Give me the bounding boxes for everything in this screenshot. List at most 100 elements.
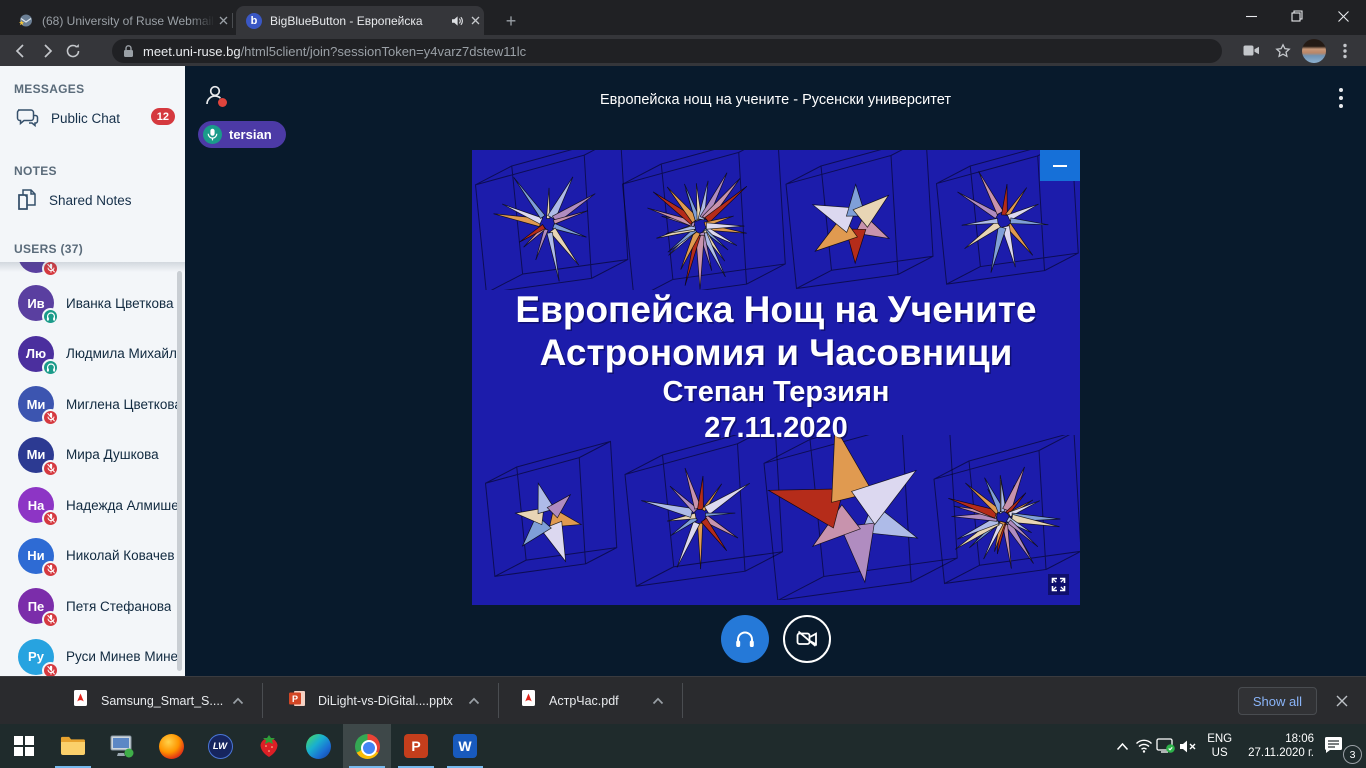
- user-list-item[interactable]: Ми Миглена Цветкова: [0, 379, 178, 429]
- download-item[interactable]: P DiLight-vs-DiGital....pptx: [288, 677, 458, 724]
- user-name: Иванка Цветкова: [66, 296, 174, 311]
- users-header: USERS (37): [14, 242, 83, 256]
- muted-mic-badge: [42, 662, 59, 677]
- slide-line: Степан Терзиян: [472, 374, 1080, 410]
- user-list-item[interactable]: На Надежда Алмише...: [0, 480, 178, 530]
- notification-center-icon[interactable]: 3: [1322, 724, 1366, 768]
- listen-only-badge: [42, 359, 59, 376]
- muted-mic-badge: [42, 611, 59, 628]
- back-icon[interactable]: [8, 38, 34, 64]
- reload-icon[interactable]: [60, 38, 86, 64]
- screen-security-icon[interactable]: [1155, 724, 1177, 768]
- minimize-presentation-button[interactable]: [1040, 150, 1080, 181]
- lw-app-icon[interactable]: LW: [196, 724, 244, 768]
- chrome-icon[interactable]: [343, 724, 391, 768]
- tab-webmail[interactable]: (68) University of Ruse Webmail ::: [8, 6, 232, 35]
- share-webcam-button[interactable]: [783, 615, 831, 663]
- user-list-scrollbar[interactable]: [177, 271, 182, 671]
- browser-menu-icon[interactable]: [1332, 38, 1358, 64]
- strawberry-app-icon[interactable]: [245, 724, 293, 768]
- url-domain: meet.uni-ruse.bg: [143, 44, 241, 59]
- user-list-item[interactable]: РуРуси Минев Минев: [0, 632, 178, 677]
- url-bar[interactable]: meet.uni-ruse.bg/html5client/join?sessio…: [112, 39, 1222, 63]
- slide-stars-top: [472, 150, 1080, 295]
- pdf-file-icon: [72, 689, 89, 712]
- notes-header: NOTES: [14, 164, 57, 178]
- file-explorer-icon[interactable]: [49, 724, 97, 768]
- fullscreen-icon[interactable]: [1048, 574, 1069, 595]
- browser-titlebar: (68) University of Ruse Webmail :: b Big…: [0, 0, 1366, 35]
- slide-line: Европейска Нощ на Учените: [472, 288, 1080, 331]
- user-name: Руси Минев Минев: [66, 649, 178, 664]
- user-list-item[interactable]: МиМира Душкова: [0, 430, 178, 480]
- window-restore-button[interactable]: [1274, 0, 1320, 32]
- messages-header: MESSAGES: [14, 82, 84, 96]
- window-minimize-button[interactable]: [1228, 0, 1274, 32]
- powerpoint-file-icon: P: [288, 690, 306, 712]
- user-list-item[interactable]: ИвИванка Цветкова: [0, 278, 178, 328]
- window-close-button[interactable]: [1320, 0, 1366, 32]
- user-avatar: На: [18, 487, 54, 523]
- user-name: Миглена Цветкова: [66, 397, 178, 412]
- bbb-favicon: b: [246, 13, 262, 29]
- chat-unread-badge: 12: [151, 108, 175, 125]
- screen: (68) University of Ruse Webmail :: b Big…: [0, 0, 1366, 768]
- volume-muted-icon[interactable]: [1177, 724, 1199, 768]
- tab-close-icon[interactable]: [471, 16, 480, 25]
- join-audio-button[interactable]: [721, 615, 769, 663]
- new-tab-button[interactable]: +: [498, 8, 524, 34]
- user-name: Людмила Михайл...: [66, 346, 178, 361]
- user-list-item[interactable]: ПеПетя Стефанова: [0, 581, 178, 631]
- edge-icon[interactable]: [294, 724, 342, 768]
- user-list-item[interactable]: ЛюЛюдмила Михайл...: [0, 329, 178, 379]
- slide-text: Европейска Нощ на Учените Астрономия и Ч…: [472, 288, 1080, 446]
- pdf-file-icon: [520, 689, 537, 712]
- tab-title: (68) University of Ruse Webmail ::: [42, 14, 215, 28]
- clock[interactable]: 18:0627.11.2020 г.: [1240, 732, 1322, 760]
- muted-mic-badge: [42, 561, 59, 578]
- download-filename: Samsung_Smart_S....pdf: [101, 694, 223, 708]
- lock-icon: [122, 44, 135, 58]
- show-all-downloads-button[interactable]: Show all: [1238, 687, 1317, 715]
- download-menu-chevron[interactable]: [464, 691, 484, 711]
- downloads-close-icon[interactable]: [1332, 691, 1352, 711]
- slide-line: 27.11.2020: [472, 410, 1080, 446]
- download-separator: [262, 683, 263, 718]
- forward-icon[interactable]: [34, 38, 60, 64]
- svg-text:P: P: [292, 694, 298, 704]
- start-button[interactable]: [0, 724, 48, 768]
- download-item[interactable]: АстрЧас.pdf: [520, 677, 627, 724]
- camera-in-use-icon[interactable]: [1238, 38, 1264, 64]
- word-icon[interactable]: W: [441, 724, 489, 768]
- webmail-favicon: [18, 13, 34, 29]
- user-name: Надежда Алмише...: [66, 498, 178, 513]
- hidden-icons-chevron[interactable]: [1111, 724, 1133, 768]
- language-indicator[interactable]: ENGUS: [1199, 732, 1240, 760]
- download-item[interactable]: Samsung_Smart_S....pdf: [72, 677, 223, 724]
- options-menu-icon[interactable]: [1334, 88, 1348, 108]
- browser-profile-avatar[interactable]: [1302, 39, 1326, 63]
- public-chat-item[interactable]: Public Chat 12: [0, 102, 185, 134]
- download-menu-chevron[interactable]: [648, 691, 668, 711]
- tab-audio-icon[interactable]: [451, 15, 463, 27]
- talker-indicator[interactable]: tersian: [198, 121, 286, 148]
- url-path: /html5client/join?sessionToken=y4varz7ds…: [241, 44, 527, 59]
- download-menu-chevron[interactable]: [228, 691, 248, 711]
- user-avatar: Пе: [18, 588, 54, 624]
- firefox-icon[interactable]: [147, 724, 195, 768]
- meeting-title: Европейска нощ на учените - Русенски уни…: [185, 92, 1366, 108]
- user-name: Мира Душкова: [66, 447, 159, 462]
- download-filename: DiLight-vs-DiGital....pptx: [318, 694, 458, 708]
- user-list-item[interactable]: НиНиколай Ковачев: [0, 531, 178, 581]
- user-avatar: Ми: [18, 386, 54, 422]
- tab-close-icon[interactable]: [219, 16, 228, 25]
- bookmark-star-icon[interactable]: [1270, 38, 1296, 64]
- powerpoint-icon[interactable]: P: [392, 724, 440, 768]
- tab-bigbluebutton[interactable]: b BigBlueButton - Европейска: [236, 6, 484, 35]
- shared-notes-item[interactable]: Shared Notes: [0, 184, 185, 216]
- wifi-icon[interactable]: [1133, 724, 1155, 768]
- shared-notes-label: Shared Notes: [49, 193, 132, 208]
- muted-mic-badge: [42, 510, 59, 527]
- scroll-shadow: [0, 262, 185, 272]
- remote-desktop-icon[interactable]: [98, 724, 146, 768]
